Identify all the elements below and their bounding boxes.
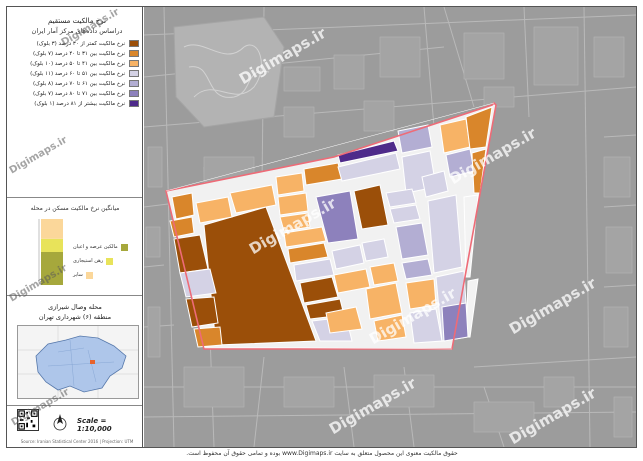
- block: [427, 194, 463, 274]
- bar-segment-2: [41, 219, 63, 239]
- neighbourhood-title: محله وصال شیرازی: [48, 303, 102, 311]
- legend-swatch: [129, 50, 139, 57]
- legend-item: نرخ مالکیت بین ۶۱ تا ۷۰ درصد (۸ بلوک): [13, 79, 139, 88]
- map-svg: [144, 7, 636, 447]
- legend-title: نرخ مالکیت مستقیم: [47, 17, 107, 25]
- block: [369, 262, 399, 286]
- legend-item: نرخ مالکیت بین ۴۱ تا ۵۰ درصد (۱۰ بلوک): [13, 59, 139, 68]
- source-credit: Source: Iranian Statistical Center 2016 …: [20, 439, 134, 444]
- tehran-outline: [18, 326, 138, 398]
- block: [171, 192, 195, 220]
- map-scale: Scale = 1:10,000: [77, 417, 112, 433]
- legend-swatch: [129, 80, 139, 87]
- legend-item: نرخ مالکیت بین ۵۱ تا ۶۰ درصد (۱۱ بلوک): [13, 69, 139, 78]
- legend-swatch: [129, 90, 139, 97]
- block: [193, 326, 223, 348]
- bar-legend-item: رهن استیجاری: [73, 257, 114, 265]
- bar-legend-item: سایر: [73, 271, 93, 279]
- legend-item: نرخ مالکیت بین ۳۱ تا ۴۰ درصد (۷ بلوک): [13, 49, 139, 58]
- block: [401, 258, 433, 280]
- legend-swatch: [129, 40, 139, 47]
- neighbourhood-marker: [90, 360, 95, 364]
- bar-legend-item: مالکین عرصه و اعیان: [73, 243, 128, 251]
- legend-item: نرخ مالکیت بین ۷۱ تا ۸۰ درصد (۷ بلوک): [13, 89, 139, 98]
- divider: [7, 405, 142, 406]
- census-blocks: [169, 106, 493, 348]
- bar-segment-1: [41, 238, 63, 252]
- bar-legend-swatch: [85, 271, 93, 279]
- legend-item: نرخ مالکیت بیشتر از ۸۱ درصد (۱ بلوک): [13, 99, 139, 108]
- divider: [7, 197, 142, 198]
- block: [275, 172, 305, 196]
- block: [185, 296, 219, 328]
- north-arrow-icon: [53, 412, 67, 435]
- district-subtitle: منطقه (۶) شهرداری تهران: [38, 313, 112, 321]
- block: [361, 238, 389, 262]
- block: [463, 194, 479, 278]
- legend-panel: نرخ مالکیت مستقیم دراساس داده‌های مرکز آ…: [7, 7, 143, 447]
- block: [395, 222, 429, 260]
- bar-chart-title: میانگین نرخ مالکیت مسکن در محله: [30, 205, 120, 212]
- legend-swatch: [129, 100, 139, 107]
- map-canvas[interactable]: Digimaps.ir Digimaps.ir Digimaps.ir Digi…: [144, 7, 636, 447]
- bar-legend-swatch: [106, 257, 114, 265]
- copyright-footer: حقوق مالکیت معنوی این محصول متعلق به سای…: [186, 450, 458, 457]
- legend-swatch: [129, 60, 139, 67]
- block: [439, 118, 471, 154]
- tehran-inset-map: [17, 325, 139, 399]
- bar-legend-swatch: [120, 243, 128, 251]
- legend-swatch: [129, 70, 139, 77]
